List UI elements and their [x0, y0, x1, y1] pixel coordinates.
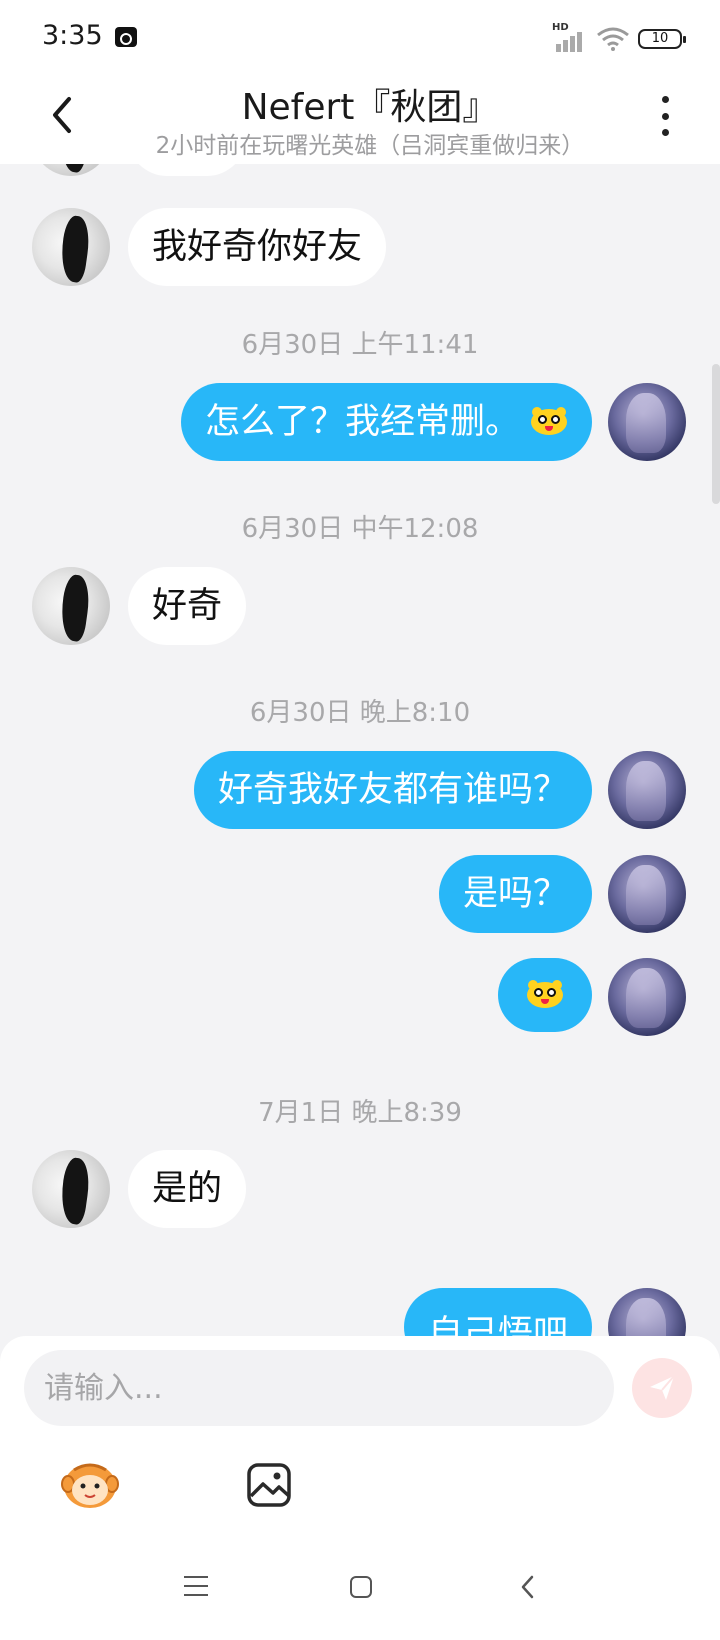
contact-status: 2小时前在玩曙光英雄（吕洞宾重做归来）: [155, 133, 585, 159]
outgoing-message[interactable]: 好奇我好友都有谁吗？: [193, 751, 592, 829]
message-input[interactable]: [24, 1350, 614, 1426]
status-time: 3:35: [42, 20, 103, 51]
menu-icon[interactable]: [184, 1576, 208, 1596]
more-options-button[interactable]: [658, 96, 672, 136]
outgoing-message[interactable]: 怎么了？我经常删。: [180, 383, 592, 461]
message-text: 是的: [152, 1169, 223, 1209]
outgoing-sticker-message[interactable]: [498, 958, 592, 1032]
screen-record-icon: [115, 27, 137, 47]
my-avatar[interactable]: [608, 958, 686, 1036]
outgoing-message[interactable]: 是吗？: [438, 855, 592, 933]
send-icon: [650, 1375, 675, 1400]
image-picker-icon[interactable]: [246, 1462, 292, 1508]
my-avatar[interactable]: [608, 1288, 686, 1336]
timestamp: 6月30日 上午11:41: [241, 330, 479, 360]
timestamp: 7月1日 晚上8:39: [258, 1098, 462, 1128]
message-text: 好奇我好友都有谁吗？: [217, 770, 568, 810]
friend-avatar[interactable]: [32, 208, 110, 286]
status-indicators: HD 10: [552, 22, 686, 54]
outgoing-message[interactable]: 自己悟吧: [403, 1288, 592, 1336]
home-icon[interactable]: [350, 1576, 372, 1598]
cellular-signal-icon: HD: [552, 22, 588, 52]
message-list[interactable]: 我好奇你好友 6月30日 上午11:41 怎么了？我经常删。 6月30日 中午1…: [0, 164, 720, 1336]
wifi-icon: [597, 27, 629, 51]
my-avatar[interactable]: [608, 751, 686, 829]
sticker-monkey-icon[interactable]: [60, 1458, 120, 1510]
nav-back-icon[interactable]: [516, 1573, 540, 1601]
timestamp: 6月30日 晚上8:10: [249, 698, 471, 728]
my-avatar[interactable]: [608, 855, 686, 933]
friend-avatar[interactable]: [32, 164, 110, 176]
my-avatar[interactable]: [608, 383, 686, 461]
status-bar: 3:35 HD 10: [0, 0, 720, 74]
message-text: 怎么了？我经常删。: [204, 402, 520, 442]
incoming-message[interactable]: 我好奇你好友: [128, 208, 387, 286]
battery-level: 10: [651, 31, 669, 46]
back-button[interactable]: [40, 90, 84, 140]
system-nav-bar: [0, 1560, 720, 1620]
message-text: 好奇: [152, 586, 223, 626]
chat-header: Nefert『秋团』 2小时前在玩曙光英雄（吕洞宾重做归来）: [0, 74, 720, 164]
chevron-left-icon: [53, 97, 71, 133]
smiley-sticker-icon: [526, 980, 564, 1010]
message-text: 自己悟吧: [427, 1314, 568, 1336]
message-bubble-partial[interactable]: [128, 164, 246, 176]
smiley-sticker-icon: [530, 407, 568, 437]
scrollbar[interactable]: [712, 364, 720, 504]
friend-avatar[interactable]: [32, 567, 110, 645]
timestamp: 6月30日 中午12:08: [241, 514, 479, 544]
incoming-message[interactable]: 是的: [128, 1150, 247, 1228]
message-text: 是吗？: [462, 874, 568, 914]
contact-name: Nefert『秋团』: [241, 87, 499, 128]
battery-icon: 10: [638, 29, 686, 49]
friend-avatar[interactable]: [32, 1150, 110, 1228]
incoming-message[interactable]: 好奇: [128, 567, 247, 645]
send-button[interactable]: [632, 1358, 692, 1418]
message-text: 我好奇你好友: [152, 227, 363, 267]
